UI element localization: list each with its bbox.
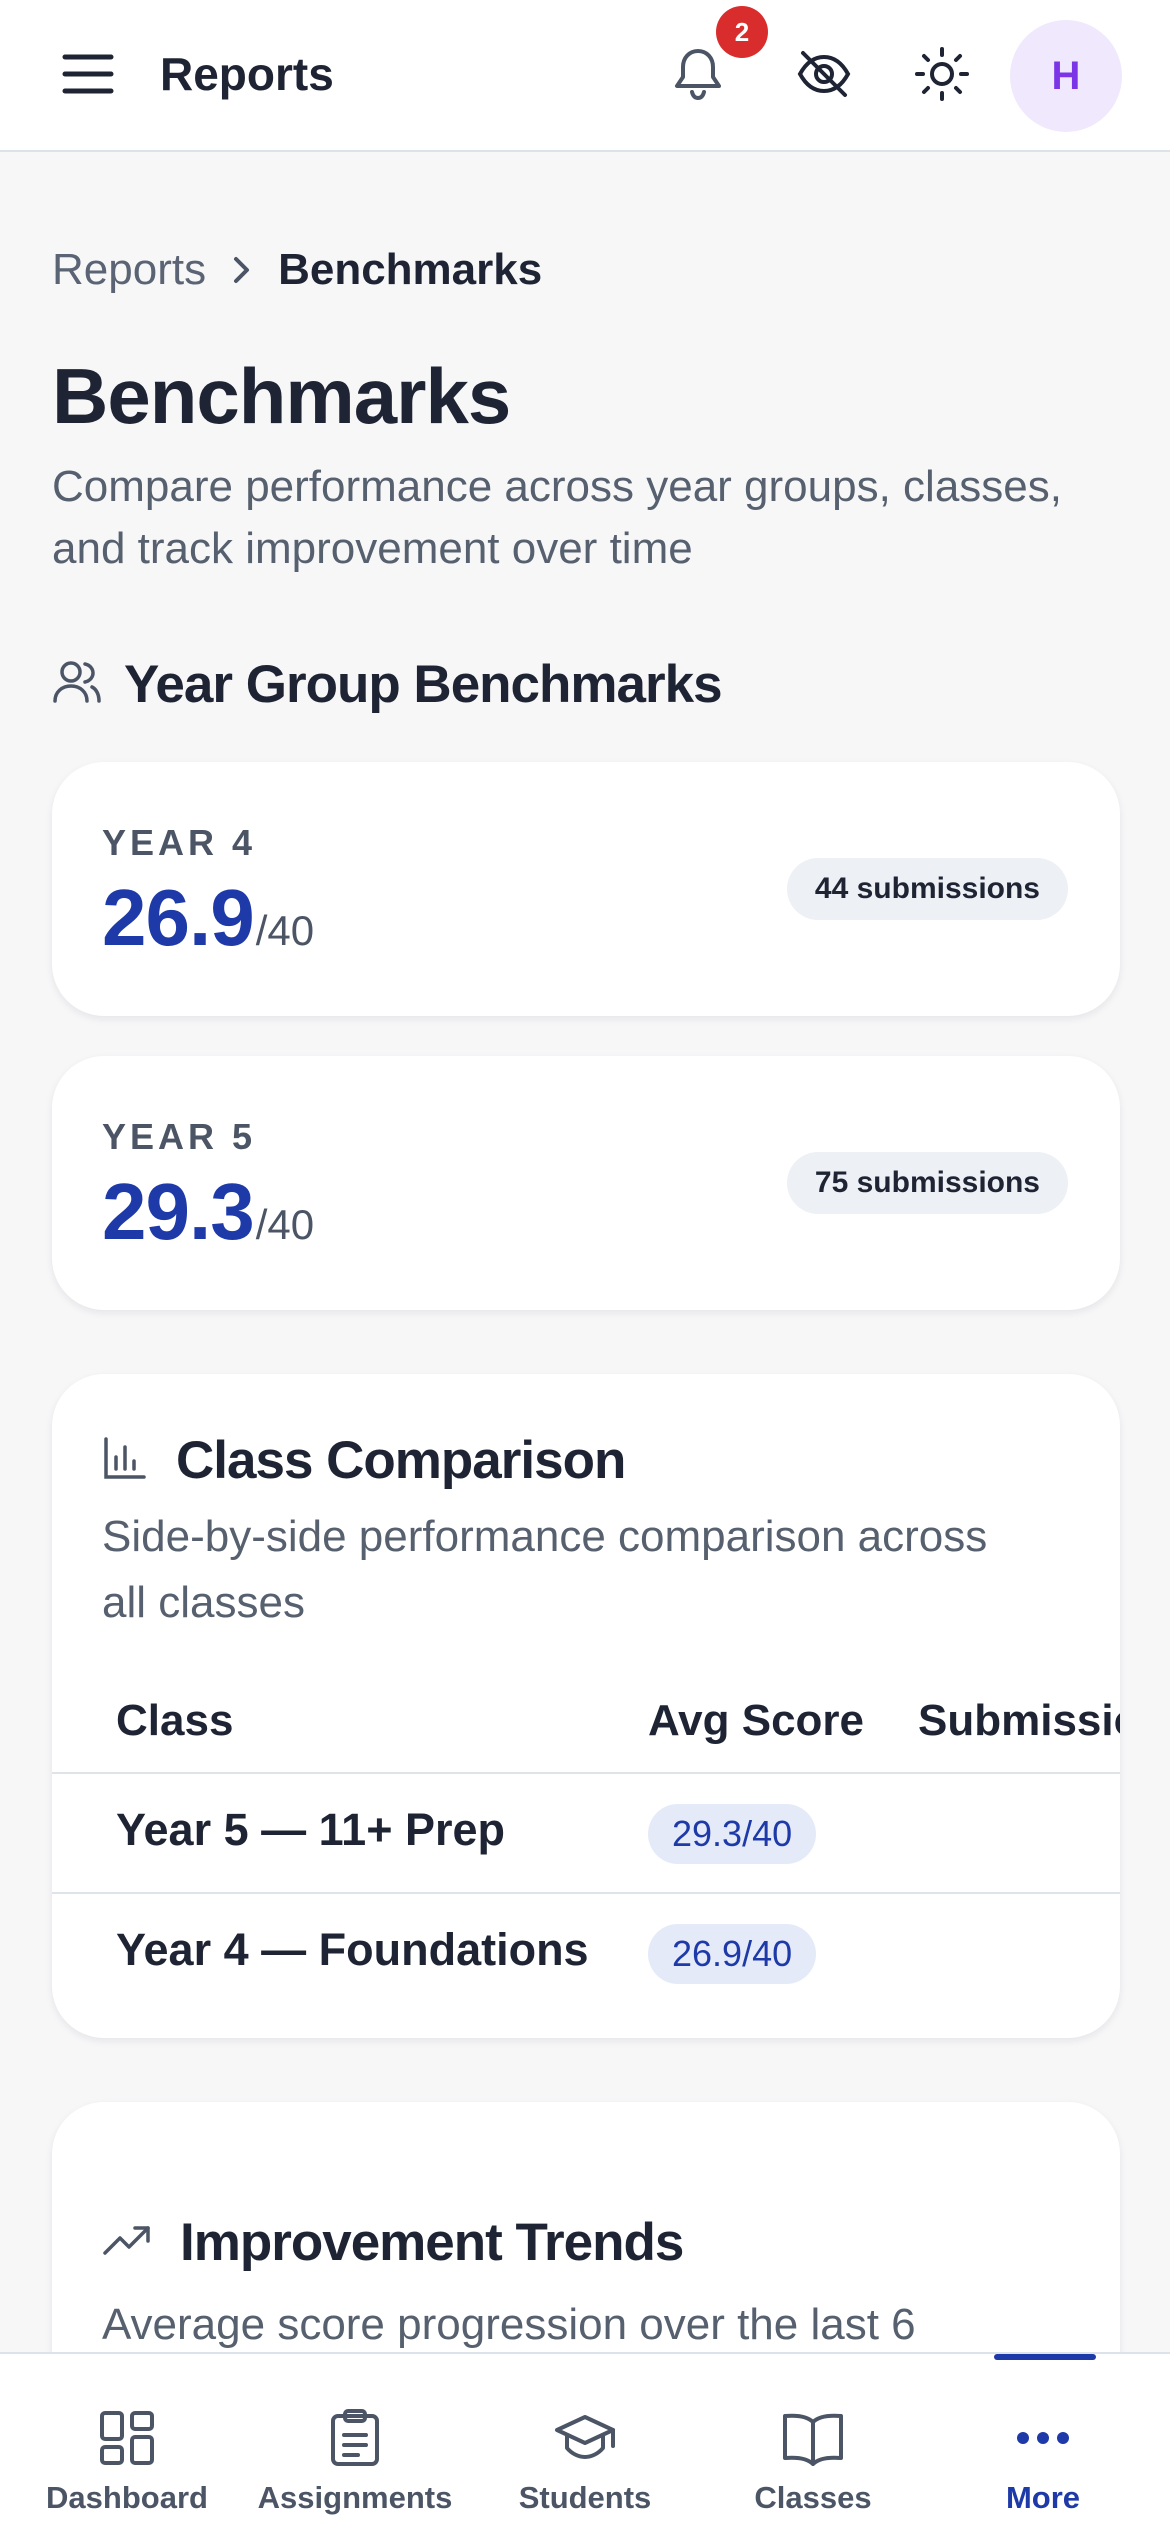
book-icon (781, 2406, 845, 2470)
average-score-value: 26.9 (102, 873, 255, 962)
top-app-bar: Reports 2 H (0, 0, 1170, 152)
card-title: Improvement Trends (180, 2213, 684, 2272)
graduation-cap-icon (553, 2406, 617, 2470)
column-header-avg-score[interactable]: Avg Score (648, 1696, 864, 1746)
class-comparison-card: Class Comparison Side-by-side performanc… (52, 1374, 1120, 2038)
class-comparison-header: Class Comparison (102, 1430, 626, 1491)
active-tab-indicator (994, 2354, 1096, 2360)
card-title: Class Comparison (176, 1431, 626, 1490)
theme-toggle-button[interactable] (906, 40, 978, 112)
trending-up-icon (102, 2223, 152, 2262)
column-header-class[interactable]: Class (116, 1696, 233, 1746)
column-header-submissions[interactable]: Submissions (918, 1696, 1120, 1746)
menu-button[interactable] (56, 44, 120, 108)
table-row[interactable]: Year 5 — 11+ Prep 29.3/40 (52, 1774, 1120, 1894)
section-title: Year Group Benchmarks (124, 655, 723, 714)
score-max: /40 (255, 1201, 315, 1248)
breadcrumb-current: Benchmarks (278, 245, 543, 294)
table-header: Class Avg Score Submissions (52, 1674, 1120, 1774)
year-group-score: 26.9 /40 (102, 870, 314, 966)
submissions-badge: 44 submissions (786, 858, 1068, 920)
nav-label: More (1005, 2480, 1081, 2515)
nav-label: Assignments (257, 2480, 453, 2515)
visibility-toggle-button[interactable] (788, 40, 860, 112)
clipboard-icon (323, 2406, 387, 2470)
year-group-score: 29.3 /40 (102, 1164, 314, 1260)
nav-label: Students (518, 2480, 652, 2515)
user-avatar[interactable]: H (1010, 20, 1122, 132)
year-group-name: YEAR 5 (102, 1116, 257, 1157)
class-name-cell: Year 5 — 11+ Prep (116, 1804, 506, 1855)
notification-count-badge: 2 (716, 6, 768, 58)
improvement-trends-header: Improvement Trends (102, 2212, 684, 2273)
bottom-navigation: Dashboard Assignments Students Classes M… (0, 2352, 1170, 2532)
year-group-benchmarks-header: Year Group Benchmarks (52, 654, 723, 715)
more-dots-icon (1011, 2406, 1075, 2470)
menu-icon (62, 52, 114, 101)
breadcrumb: Reports Benchmarks (52, 242, 542, 298)
submissions-badge: 75 submissions (786, 1152, 1068, 1214)
eye-off-icon (796, 46, 852, 107)
nav-item-more[interactable]: More (928, 2354, 1158, 2532)
users-icon (52, 659, 102, 710)
avg-score-pill: 29.3/40 (648, 1804, 817, 1864)
grid-icon (95, 2406, 159, 2470)
page-title: Benchmarks (52, 352, 511, 440)
year-group-name: YEAR 4 (102, 822, 257, 863)
card-subtitle: Average score progression over the last … (102, 2300, 916, 2349)
nav-item-dashboard[interactable]: Dashboard (12, 2354, 242, 2532)
year-group-card[interactable]: YEAR 5 29.3 /40 75 submissions (52, 1056, 1120, 1310)
nav-label: Classes (754, 2480, 872, 2515)
bar-chart-icon (102, 1435, 148, 1486)
class-name-cell: Year 4 — Foundations (116, 1924, 589, 1975)
nav-label: Dashboard (46, 2480, 208, 2515)
card-subtitle: Side-by-side performance comparison acro… (102, 1512, 988, 1627)
nav-item-assignments[interactable]: Assignments (240, 2354, 470, 2532)
app-bar-title: Reports (160, 48, 334, 100)
page-subtitle: Compare performance across year groups, … (52, 462, 1062, 573)
nav-item-students[interactable]: Students (470, 2354, 700, 2532)
sun-icon (914, 46, 970, 107)
bell-icon (672, 46, 724, 107)
avg-score-pill: 26.9/40 (648, 1924, 817, 1984)
average-score-value: 29.3 (102, 1167, 255, 1256)
year-group-card[interactable]: YEAR 4 26.9 /40 44 submissions (52, 762, 1120, 1016)
score-max: /40 (255, 907, 315, 954)
nav-item-classes[interactable]: Classes (698, 2354, 928, 2532)
table-row[interactable]: Year 4 — Foundations 26.9/40 (52, 1894, 1120, 2014)
breadcrumb-reports-link[interactable]: Reports (52, 242, 206, 298)
chevron-right-icon (232, 255, 252, 285)
